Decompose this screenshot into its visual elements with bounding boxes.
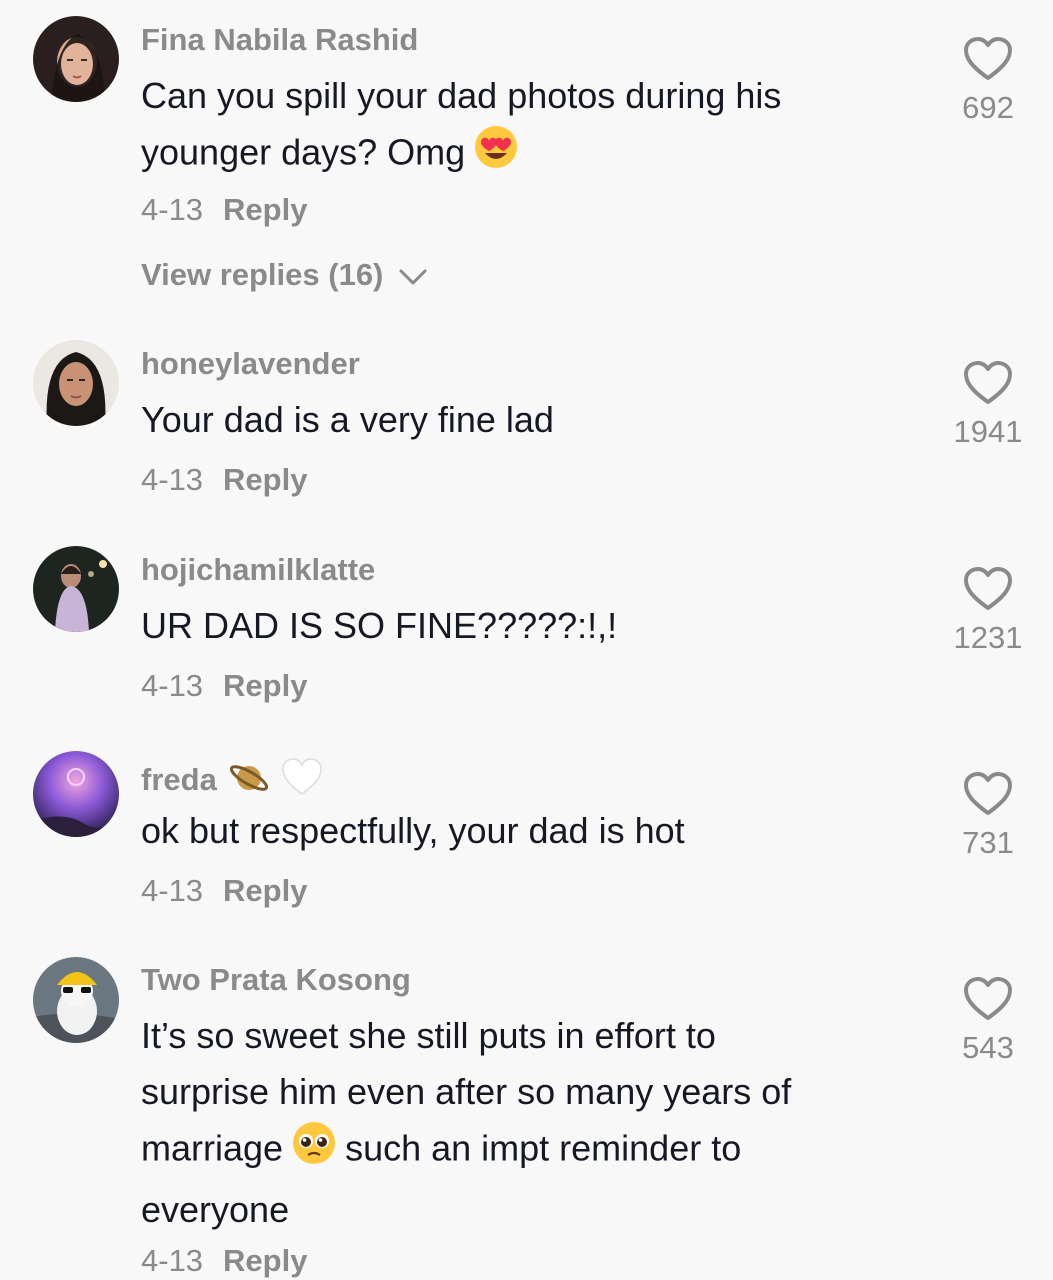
heart-outline-icon (948, 976, 1028, 1022)
like-count: 1231 (953, 620, 1023, 655)
comment-text: Your dad is a very fine lad (141, 399, 554, 440)
like-button[interactable]: 1941 (948, 360, 1028, 450)
avatar[interactable] (33, 957, 119, 1043)
comment-item: honeylavender Your dad is a very fine la… (0, 320, 1053, 530)
comment-item: freda ok but respectfully, your dad is h… (0, 740, 1053, 950)
view-replies-button[interactable]: View replies (16) (141, 257, 428, 295)
comment-text: Can you spill your dad photos during his… (141, 68, 901, 186)
heart-outline-icon (948, 566, 1028, 612)
comment-meta: 4-13 Reply (141, 1243, 307, 1279)
reply-button[interactable]: Reply (223, 192, 307, 227)
reply-button[interactable]: Reply (223, 462, 307, 497)
comment-date: 4-13 (141, 1243, 204, 1278)
comment-username[interactable]: honeylavender (141, 346, 360, 382)
comment-meta: 4-13 Reply (141, 192, 307, 228)
avatar[interactable] (33, 751, 119, 837)
username-text: freda (141, 762, 217, 798)
comment-date: 4-13 (141, 873, 204, 908)
comment-text-line: everyone (141, 1189, 290, 1230)
white-heart-emoji-icon (280, 756, 324, 808)
reply-button[interactable]: Reply (223, 1243, 307, 1278)
comment-text-fragment: such an impt reminder to (345, 1127, 742, 1169)
comment-item: Fina Nabila Rashid Can you spill your da… (0, 0, 1053, 320)
comment-text-line: It’s so sweet she still puts in effort t… (141, 1015, 716, 1056)
heart-outline-icon (948, 36, 1028, 82)
pleading-face-emoji-icon (291, 1120, 337, 1182)
ringed-planet-emoji-icon (227, 756, 271, 808)
like-count: 1941 (953, 414, 1023, 449)
like-button[interactable]: 731 (948, 771, 1028, 861)
comment-meta: 4-13 Reply (141, 668, 307, 704)
comment-text-fragment: younger days? Omg (141, 131, 466, 173)
comment-date: 4-13 (141, 668, 204, 703)
comment-username[interactable]: hojichamilklatte (141, 552, 375, 588)
comment-item: Two Prata Kosong It’s so sweet she still… (0, 950, 1053, 1280)
comment-text-line: marriage such an impt reminder to (141, 1120, 901, 1182)
comment-username[interactable]: Two Prata Kosong (141, 962, 411, 998)
heart-eyes-emoji-icon (473, 124, 519, 186)
comment-text-line: Can you spill your dad photos during his (141, 75, 782, 116)
like-count: 731 (962, 825, 1014, 860)
comment-text: UR DAD IS SO FINE?????:!,! (141, 605, 618, 646)
view-replies-label: View replies (16) (141, 257, 384, 292)
like-button[interactable]: 543 (948, 976, 1028, 1066)
comment-text: ok but respectfully, your dad is hot (141, 810, 685, 851)
comment-username[interactable]: freda (141, 756, 324, 808)
comment-username[interactable]: Fina Nabila Rashid (141, 22, 418, 58)
comment-text-line: surprise him even after so many years of (141, 1071, 792, 1112)
comment-text: It’s so sweet she still puts in effort t… (141, 1008, 901, 1238)
avatar[interactable] (33, 340, 119, 426)
comment-date: 4-13 (141, 192, 204, 227)
comment-meta: 4-13 Reply (141, 873, 307, 909)
comment-date: 4-13 (141, 462, 204, 497)
reply-button[interactable]: Reply (223, 873, 307, 908)
heart-outline-icon (948, 360, 1028, 406)
comment-item: hojichamilklatte UR DAD IS SO FINE?????:… (0, 530, 1053, 740)
comment-meta: 4-13 Reply (141, 462, 307, 498)
avatar[interactable] (33, 546, 119, 632)
chevron-down-icon (398, 259, 428, 295)
like-count: 543 (962, 1030, 1014, 1065)
heart-outline-icon (948, 771, 1028, 817)
avatar[interactable] (33, 16, 119, 102)
like-button[interactable]: 692 (948, 36, 1028, 126)
comment-text-fragment: marriage (141, 1127, 284, 1169)
reply-button[interactable]: Reply (223, 668, 307, 703)
like-count: 692 (962, 90, 1014, 125)
comment-text-line: younger days? Omg (141, 124, 901, 186)
like-button[interactable]: 1231 (948, 566, 1028, 656)
